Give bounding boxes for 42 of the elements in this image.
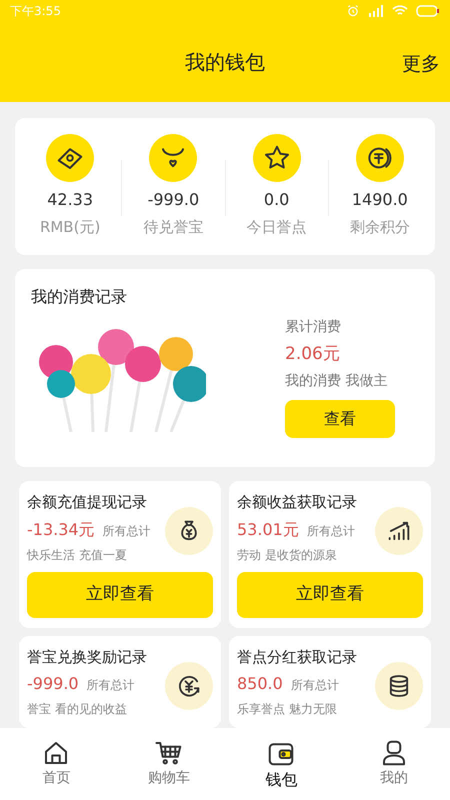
view-now-button[interactable]: 立即查看	[27, 572, 213, 618]
stat-value: 42.33	[47, 189, 94, 211]
battery-icon	[416, 5, 440, 17]
record-amount: 53.01元	[237, 518, 299, 540]
stat-value: -999.0	[148, 189, 200, 211]
signal-icon	[368, 5, 384, 17]
record-slogan: 乐享誉点 魅力无限	[237, 701, 338, 718]
tab[interactable]: 购物车	[112, 728, 225, 800]
total-label: 所有总计	[306, 522, 355, 540]
stat-label: 今日誉点	[246, 217, 307, 238]
record-slogan: 誉宝 看的见的收益	[27, 701, 128, 718]
record-amount: -999.0	[27, 673, 79, 695]
status-time: 下午3:55	[10, 3, 61, 20]
tab[interactable]: 首页	[0, 728, 112, 800]
page-title: 我的钱包	[185, 49, 265, 76]
record-amount: 850.0	[237, 673, 283, 695]
wifi-icon	[392, 5, 408, 17]
caption: 累计消费	[285, 318, 342, 336]
stat-label: RMB(元)	[40, 217, 100, 238]
stat-label: 待兑誉宝	[143, 217, 204, 238]
stat-value: 0.0	[264, 189, 290, 211]
total-label: 所有总计	[86, 677, 135, 694]
amount: 2.06元	[285, 342, 341, 366]
record-amount: -13.34元	[27, 518, 95, 540]
record-title: 余额充值提现记录	[27, 492, 148, 513]
record-slogan: 劳动 是收货的源泉	[237, 546, 338, 564]
view-button[interactable]: 查看	[285, 400, 395, 438]
alarm-icon	[346, 4, 360, 18]
stat-label: 剩余积分	[350, 217, 410, 238]
slogan: 我的消费 我做主	[285, 372, 388, 391]
record-title: 余额收益获取记录	[237, 492, 358, 513]
stat-value: 1490.0	[352, 189, 408, 211]
record-title: 誉宝兑换奖励记录	[27, 646, 148, 668]
record-slogan: 快乐生活 充值一夏	[27, 546, 128, 564]
card-title: 我的消费记录	[31, 286, 128, 308]
tab[interactable]: 我的	[338, 728, 450, 800]
tab[interactable]: 钱包	[225, 728, 338, 800]
total-label: 所有总计	[102, 522, 151, 540]
record-title: 誉点分红获取记录	[237, 646, 358, 668]
more-button[interactable]: 更多	[402, 50, 440, 78]
total-label: 所有总计	[290, 677, 339, 694]
view-now-button[interactable]: 立即查看	[237, 572, 423, 618]
